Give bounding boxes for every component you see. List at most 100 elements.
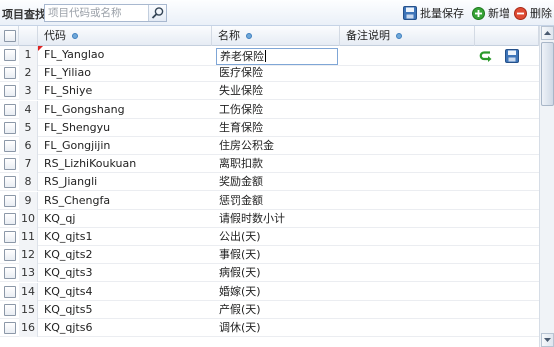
header-checkbox-cell [0,26,19,46]
table-row[interactable]: 13 KQ_qjts3 病假(天) [0,264,539,283]
table-row[interactable]: 4 FL_Gongshang 工伤保险 [0,100,539,119]
table-row[interactable]: 11 KQ_qjts1 公出(天) [0,228,539,246]
table-row[interactable]: 12 KQ_qjts2 事假(天) [0,246,539,265]
table-row[interactable]: 16 KQ_qjts6 调休(天) [0,319,539,337]
code-cell[interactable]: KQ_qjts2 [44,246,209,264]
row-checkbox[interactable] [4,267,16,280]
undo-button[interactable] [479,49,493,63]
table-row[interactable]: 3 FL_Shiye 失业保险 [0,82,539,101]
code-cell[interactable]: RS_Jiangli [44,173,209,191]
column-header-actions [475,26,539,46]
table-row[interactable]: 5 FL_Shengyu 生育保险 [0,118,539,137]
name-edit-value: 养老保险 [220,50,264,63]
scroll-up-arrow[interactable] [541,26,554,40]
add-icon [472,6,485,20]
delete-label: 删除 [530,7,552,20]
table-row[interactable]: 15 KQ_qjts5 产假(天) [0,300,539,319]
toolbar: 项目查找: 批量保存 新增 删除 [0,0,554,26]
search-input[interactable] [45,5,149,21]
name-cell[interactable]: 请假时数小计 [219,210,337,228]
table-row[interactable]: 8 RS_Jiangli 奖励金额 [0,173,539,192]
search-icon [151,7,164,19]
vertical-scrollbar[interactable] [539,26,554,347]
code-cell[interactable]: KQ_qjts4 [44,283,209,301]
disk-icon [403,6,417,20]
modified-marker [38,46,43,51]
row-checkbox[interactable] [4,194,16,207]
code-cell[interactable]: RS_LizhiKoukuan [44,155,209,173]
sort-icon [396,33,402,39]
row-number: 10 [19,209,38,228]
table-row[interactable]: 7 RS_LizhiKoukuan 离职扣款 [0,155,539,174]
name-cell[interactable]: 离职扣款 [219,155,337,173]
name-cell[interactable]: 惩罚金额 [219,192,337,210]
table-row[interactable]: 1 FL_Yanglao 养老保险 [0,46,539,66]
row-checkbox[interactable] [4,303,16,316]
row-checkbox[interactable] [4,121,16,134]
row-number: 2 [19,64,38,83]
code-cell[interactable]: FL_Shengyu [44,119,209,137]
scroll-down-arrow[interactable] [541,333,554,347]
select-all-checkbox[interactable] [4,30,16,42]
code-cell[interactable]: FL_Yanglao [44,46,209,64]
row-checkbox[interactable] [4,231,16,243]
code-cell[interactable]: FL_Yiliao [44,64,209,82]
code-cell[interactable]: RS_Chengfa [44,192,209,210]
row-checkbox[interactable] [4,212,16,225]
code-cell[interactable]: KQ_qjts1 [44,228,209,246]
name-cell[interactable]: 事假(天) [219,246,337,264]
search-button[interactable] [148,5,166,21]
delete-icon [514,6,527,20]
table-row[interactable]: 14 KQ_qjts4 婚嫁(天) [0,282,539,301]
column-header-code[interactable]: 代码 [38,26,212,46]
sort-icon [246,33,252,39]
table-row[interactable]: 10 KQ_qj 请假时数小计 [0,209,539,228]
name-cell[interactable]: 生育保险 [219,119,337,137]
row-checkbox[interactable] [4,85,16,98]
row-checkbox[interactable] [4,176,16,189]
code-cell[interactable]: FL_Shiye [44,82,209,100]
code-cell[interactable]: KQ_qjts3 [44,264,209,282]
row-checkbox[interactable] [4,158,16,171]
name-cell[interactable]: 奖励金额 [219,173,337,191]
name-cell[interactable]: 调休(天) [219,319,337,337]
scroll-thumb[interactable] [541,42,554,106]
table-row[interactable]: 6 FL_Gongjijin 住房公积金 [0,137,539,155]
code-cell[interactable]: FL_Gongjijin [44,137,209,155]
name-cell[interactable]: 产假(天) [219,301,337,319]
row-number: 8 [19,173,38,192]
name-cell[interactable]: 医疗保险 [219,64,337,82]
row-checkbox[interactable] [4,49,16,61]
code-cell[interactable]: KQ_qjts6 [44,319,209,337]
text-caret [265,50,266,62]
row-save-button[interactable] [505,49,519,63]
row-checkbox[interactable] [4,67,16,80]
row-checkbox[interactable] [4,140,16,152]
code-cell[interactable]: KQ_qj [44,210,209,228]
name-cell[interactable]: 住房公积金 [219,137,337,155]
name-cell[interactable]: 工伤保险 [219,101,337,119]
name-cell[interactable]: 病假(天) [219,264,337,282]
row-number: 6 [19,137,38,155]
add-button[interactable]: 新增 [472,5,510,21]
code-cell[interactable]: KQ_qjts5 [44,301,209,319]
name-cell[interactable]: 公出(天) [219,228,337,246]
data-grid: 代码 名称 备注说明 1 FL_Yanglao 养老保险 2 FL_Yiliao 医疗保险… [0,26,554,347]
column-header-name[interactable]: 名称 [212,26,340,46]
batch-save-button[interactable]: 批量保存 [403,5,464,21]
code-cell[interactable]: FL_Gongshang [44,101,209,119]
name-cell[interactable]: 婚嫁(天) [219,283,337,301]
header-rownum-cell [19,26,38,46]
name-cell[interactable]: 失业保险 [219,82,337,100]
row-checkbox[interactable] [4,249,16,262]
column-header-remarks[interactable]: 备注说明 [340,26,475,46]
delete-button[interactable]: 删除 [514,5,552,21]
row-checkbox[interactable] [4,322,16,334]
table-row[interactable]: 9 RS_Chengfa 惩罚金额 [0,191,539,210]
name-edit-field[interactable]: 养老保险 [216,48,338,65]
row-checkbox[interactable] [4,103,16,116]
row-checkbox[interactable] [4,285,16,298]
column-header-code-label: 代码 [44,29,66,42]
table-row[interactable]: 2 FL_Yiliao 医疗保险 [0,64,539,83]
row-number: 9 [19,191,38,210]
